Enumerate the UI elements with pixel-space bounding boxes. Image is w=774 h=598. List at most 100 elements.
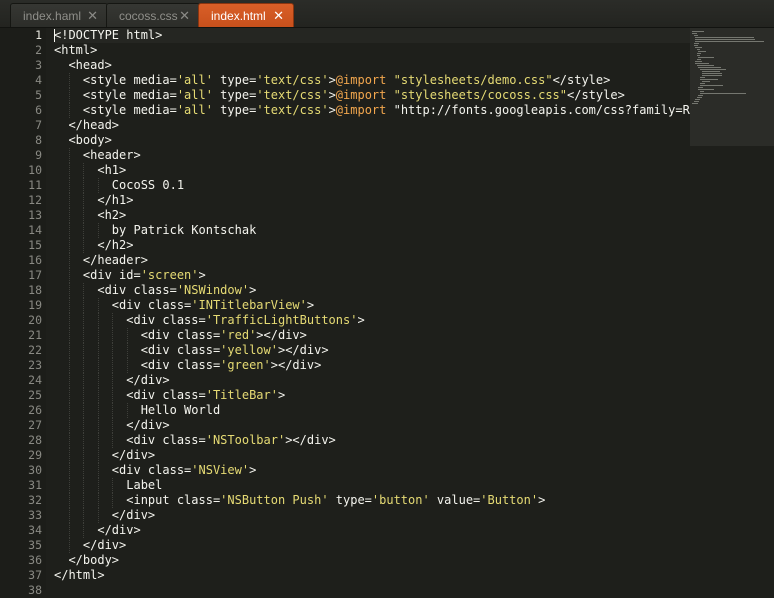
- code-line[interactable]: </div>: [54, 508, 690, 523]
- code-line[interactable]: <div class='NSToolbar'></div>: [54, 433, 690, 448]
- indent-guide: [83, 223, 85, 238]
- line-number: 34: [28, 523, 42, 537]
- code-line[interactable]: </div>: [54, 523, 690, 538]
- indent-guide: [112, 418, 114, 433]
- tab-index-haml[interactable]: index.haml ✕: [10, 3, 108, 27]
- indent-guide: [112, 388, 114, 403]
- minimap-line: [695, 47, 702, 48]
- minimap-line: [695, 41, 764, 42]
- minimap-line: [695, 61, 703, 62]
- code-line[interactable]: <div class='yellow'></div>: [54, 343, 690, 358]
- indent-guide: [68, 418, 70, 433]
- code-line[interactable]: <!DOCTYPE html>: [54, 28, 690, 43]
- tab-cocoss-css[interactable]: cocoss.css ✕: [106, 3, 200, 27]
- indent-guide: [68, 523, 70, 538]
- indent-guide: [83, 463, 85, 478]
- indent-guide: [97, 478, 99, 493]
- indent-guide: [112, 328, 114, 343]
- code-line[interactable]: by Patrick Kontschak: [54, 223, 690, 238]
- minimap-line: [696, 55, 700, 56]
- indent-guide: [68, 163, 70, 178]
- code-line[interactable]: </header>: [54, 253, 690, 268]
- minimap-line: [695, 63, 709, 64]
- code-line[interactable]: </h2>: [54, 238, 690, 253]
- minimap-line: [693, 101, 700, 102]
- tab-index-html[interactable]: index.html ✕: [198, 3, 294, 27]
- minimap-line: [693, 43, 700, 44]
- code-line[interactable]: <div class='TitleBar'>: [54, 388, 690, 403]
- minimap-line: [701, 73, 723, 74]
- code-line[interactable]: [54, 583, 690, 590]
- code-line[interactable]: <style media='all' type='text/css'>@impo…: [54, 73, 690, 88]
- indent-guide: [97, 178, 99, 193]
- indent-guide: [68, 538, 70, 553]
- code-line[interactable]: <div class='red'></div>: [54, 328, 690, 343]
- code-line[interactable]: <div class='green'></div>: [54, 358, 690, 373]
- code-line[interactable]: <div class='INTitlebarView'>: [54, 298, 690, 313]
- code-line[interactable]: </html>: [54, 568, 690, 583]
- code-line[interactable]: <div class='NSWindow'>: [54, 283, 690, 298]
- code-line[interactable]: CocoSS 0.1: [54, 178, 690, 193]
- indent-guide: [83, 418, 85, 433]
- indent-guide: [68, 208, 70, 223]
- minimap-line: [700, 79, 718, 80]
- code-line[interactable]: <input class='NSButton Push' type='butto…: [54, 493, 690, 508]
- code-line[interactable]: Hello World: [54, 403, 690, 418]
- indent-guide: [83, 208, 85, 223]
- line-number: 5: [35, 88, 42, 102]
- code-line[interactable]: <html>: [54, 43, 690, 58]
- code-line[interactable]: </div>: [54, 373, 690, 388]
- indent-guide: [68, 148, 70, 163]
- close-icon[interactable]: ✕: [273, 8, 284, 24]
- indent-guide: [97, 508, 99, 523]
- indent-guide: [68, 223, 70, 238]
- line-number: 20: [28, 313, 42, 327]
- minimap-line: [696, 53, 701, 54]
- code-line[interactable]: <div class='TrafficLightButtons'>: [54, 313, 690, 328]
- code-line[interactable]: <head>: [54, 58, 690, 73]
- minimap-line: [692, 33, 697, 34]
- minimap-line: [698, 87, 704, 88]
- code-line[interactable]: <body>: [54, 133, 690, 148]
- code-line[interactable]: <h2>: [54, 208, 690, 223]
- indent-guide: [97, 373, 99, 388]
- code-line[interactable]: <div class='NSView'>: [54, 463, 690, 478]
- line-number: 37: [28, 568, 42, 582]
- indent-guide: [83, 403, 85, 418]
- indent-guide: [68, 358, 70, 373]
- indent-guide: [112, 493, 114, 508]
- minimap-line: [696, 97, 702, 98]
- indent-guide: [83, 433, 85, 448]
- close-icon[interactable]: ✕: [87, 8, 98, 24]
- minimap[interactable]: [690, 28, 774, 590]
- code-editor[interactable]: <!DOCTYPE html> <html> <head> <style medi…: [54, 28, 690, 590]
- code-line[interactable]: <header>: [54, 148, 690, 163]
- indent-guide: [112, 313, 114, 328]
- code-line[interactable]: Label: [54, 478, 690, 493]
- close-icon[interactable]: ✕: [179, 8, 190, 24]
- indent-guide: [97, 388, 99, 403]
- indent-guide: [68, 283, 70, 298]
- indent-guide: [68, 328, 70, 343]
- code-line[interactable]: <h1>: [54, 163, 690, 178]
- text-cursor: [54, 29, 55, 42]
- code-line[interactable]: <div id='screen'>: [54, 268, 690, 283]
- code-line[interactable]: <style media='all' type='text/css'>@impo…: [54, 88, 690, 103]
- indent-guide: [97, 223, 99, 238]
- line-number: 9: [35, 148, 42, 162]
- code-line[interactable]: </div>: [54, 538, 690, 553]
- code-line[interactable]: </h1>: [54, 193, 690, 208]
- code-line[interactable]: </head>: [54, 118, 690, 133]
- code-line[interactable]: </body>: [54, 553, 690, 568]
- minimap-line: [698, 67, 721, 68]
- indent-guide: [83, 373, 85, 388]
- indent-guide: [83, 493, 85, 508]
- code-line[interactable]: <style media='all' type='text/css'>@impo…: [54, 103, 690, 118]
- code-line[interactable]: </div>: [54, 448, 690, 463]
- minimap-line: [693, 35, 699, 36]
- code-line[interactable]: </div>: [54, 418, 690, 433]
- indent-guide: [112, 343, 114, 358]
- indent-guide: [97, 358, 99, 373]
- tab-label: index.haml: [23, 9, 82, 23]
- indent-guide: [83, 193, 85, 208]
